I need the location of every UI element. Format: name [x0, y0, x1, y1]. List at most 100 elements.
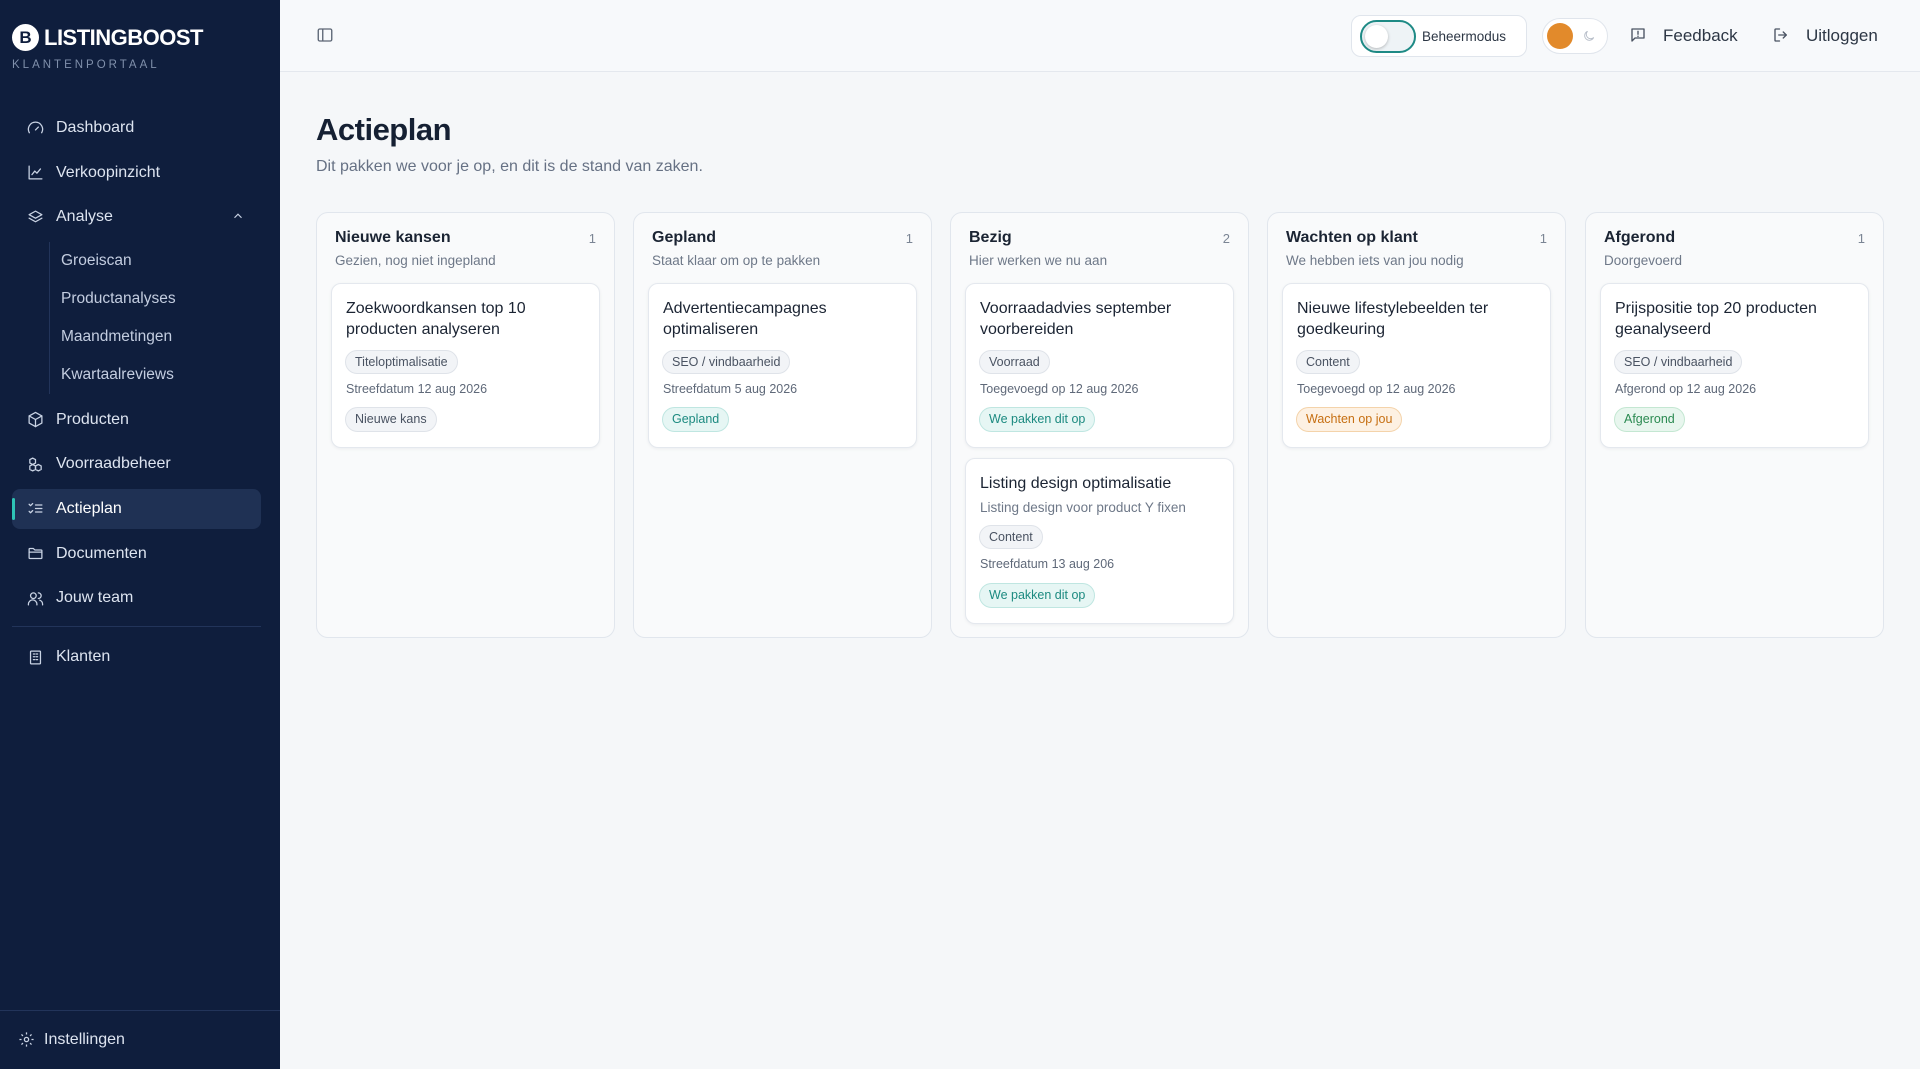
gear-icon: [18, 1031, 36, 1049]
brand-subtitle: KLANTENPORTAAL: [12, 59, 160, 71]
task-card[interactable]: Nieuwe lifestylebeelden ter goedkeuring …: [1282, 283, 1551, 448]
category-tag: Voorraad: [979, 350, 1050, 374]
category-tag: Content: [1296, 350, 1360, 374]
list-checks-icon: [26, 500, 44, 518]
building-icon: [26, 648, 44, 666]
column-count: 2: [1222, 231, 1230, 246]
column-subtitle: Gezien, nog niet ingepland: [335, 253, 496, 268]
sidebar-toggle-icon[interactable]: [316, 26, 336, 46]
settings-label: Instellingen: [44, 1031, 125, 1048]
nav-divider: [12, 626, 261, 628]
status-badge: Wachten op jou: [1296, 407, 1403, 432]
column-wachten-op-klant: Wachten op klant 1 We hebben iets van jo…: [1267, 212, 1566, 638]
column-title: Bezig: [969, 229, 1012, 246]
column-title: Wachten op klant: [1286, 229, 1418, 246]
card-title: Advertentiecampagnes optimaliseren: [663, 300, 827, 338]
sidebar-item-jouw-team[interactable]: Jouw team: [12, 578, 261, 618]
status-badge: Nieuwe kans: [345, 407, 437, 432]
column-count: 1: [588, 231, 596, 246]
sidebar-item-label: Producten: [56, 410, 129, 428]
line-chart-icon: [26, 164, 44, 182]
sidebar-item-producten[interactable]: Producten: [12, 400, 261, 440]
column-title: Gepland: [652, 229, 717, 246]
sidebar-subitem-kwartaalreviews[interactable]: Kwartaalreviews: [50, 356, 261, 394]
card-date: Streefdatum 12 aug 2026: [346, 382, 488, 396]
column-count: 1: [1539, 231, 1547, 246]
card-date: Toegevoegd op 12 aug 2026: [1297, 382, 1456, 396]
theme-toggle[interactable]: [1542, 18, 1608, 54]
task-card[interactable]: Zoekwoordkansen top 10 producten analyse…: [331, 283, 600, 448]
sidebar-item-documenten[interactable]: Documenten: [12, 534, 261, 574]
sidebar: B LISTINGBOOST KLANTENPORTAAL Dashboard …: [0, 0, 280, 1069]
brand-name: LISTINGBOOST: [44, 24, 204, 50]
category-tag: SEO / vindbaarheid: [1614, 350, 1743, 374]
settings-button[interactable]: Instellingen: [0, 1010, 280, 1069]
column-gepland: Gepland 1 Staat klaar om op te pakken Ad…: [633, 212, 932, 638]
card-title: Prijspositie top 20 producten geanalysee…: [1615, 300, 1817, 338]
sidebar-item-label: Klanten: [56, 648, 111, 666]
category-tag: Titeloptimalisatie: [345, 350, 458, 374]
admin-mode-switch[interactable]: [1360, 19, 1416, 53]
sidebar-item-label: Dashboard: [56, 119, 135, 136]
sidebar-item-label: Jouw team: [56, 589, 134, 607]
column-subtitle: Staat klaar om op te pakken: [652, 253, 821, 268]
sidebar-item-label: Voorraadbeheer: [56, 455, 171, 473]
boxes-icon: [26, 455, 44, 473]
logout-icon: [1772, 26, 1792, 46]
page-title: Actieplan: [316, 112, 452, 147]
package-icon: [26, 411, 44, 429]
kanban-board: Nieuwe kansen 1 Gezien, nog niet ingepla…: [316, 212, 1884, 638]
switch-knob: [1365, 24, 1388, 48]
task-card[interactable]: Advertentiecampagnes optimaliseren SEO /…: [648, 283, 917, 448]
sidebar-item-label: Verkoopinzicht: [56, 163, 161, 181]
admin-mode-toggle[interactable]: Beheermodus: [1351, 15, 1527, 57]
page-subtitle: Dit pakken we voor je op, en dit is de s…: [316, 158, 703, 175]
column-count: 1: [1857, 231, 1865, 246]
topbar: Beheermodus Feedback Uitloggen: [280, 0, 1920, 72]
admin-mode-label: Beheermodus: [1422, 28, 1507, 44]
sidebar-item-dashboard[interactable]: Dashboard: [12, 108, 261, 148]
status-badge: We pakken dit op: [979, 407, 1096, 432]
sidebar-item-klanten[interactable]: Klanten: [12, 637, 261, 677]
task-card[interactable]: Prijspositie top 20 producten geanalysee…: [1600, 283, 1869, 448]
sidebar-item-actieplan[interactable]: Actieplan: [12, 488, 261, 529]
column-bezig: Bezig 2 Hier werken we nu aan Voorraadad…: [950, 212, 1249, 638]
category-tag: SEO / vindbaarheid: [662, 350, 791, 374]
card-title: Zoekwoordkansen top 10 producten analyse…: [346, 300, 526, 338]
message-square-icon: [1629, 26, 1649, 46]
card-date: Streefdatum 5 aug 2026: [663, 382, 798, 396]
sun-icon: [1547, 23, 1573, 49]
layers-icon: [26, 208, 44, 226]
logout-button[interactable]: Uitloggen: [1772, 22, 1878, 50]
users-icon: [26, 589, 44, 607]
sidebar-subitem-groeiscan[interactable]: Groeiscan: [50, 242, 261, 280]
chevron-up-icon[interactable]: [231, 209, 245, 223]
sidebar-subitem-maandmetingen[interactable]: Maandmetingen: [50, 318, 261, 356]
column-title: Afgerond: [1604, 229, 1676, 246]
moon-icon: [1582, 29, 1596, 43]
task-card[interactable]: Voorraadadvies september voorbereiden Vo…: [965, 283, 1234, 448]
column-nieuwe-kansen: Nieuwe kansen 1 Gezien, nog niet ingepla…: [316, 212, 615, 638]
gauge-icon: [26, 119, 44, 137]
main-nav: Dashboard Verkoopinzicht Analyse Groeisc…: [12, 108, 261, 682]
card-date: Afgerond op 12 aug 2026: [1615, 382, 1757, 396]
sidebar-item-label: Analyse: [56, 208, 113, 226]
brand-logo[interactable]: B LISTINGBOOST: [12, 24, 204, 51]
column-subtitle: Hier werken we nu aan: [969, 253, 1108, 268]
sidebar-item-analyse[interactable]: Analyse: [12, 197, 261, 237]
sidebar-item-voorraadbeheer[interactable]: Voorraadbeheer: [12, 444, 261, 484]
card-title: Voorraadadvies september voorbereiden: [980, 300, 1172, 338]
feedback-label: Feedback: [1663, 26, 1738, 45]
sidebar-subitem-productanalyses[interactable]: Productanalyses: [50, 280, 261, 318]
column-afgerond: Afgerond 1 Doorgevoerd Prijspositie top …: [1585, 212, 1884, 638]
feedback-button[interactable]: Feedback: [1629, 22, 1738, 50]
card-title: Nieuwe lifestylebeelden ter goedkeuring: [1297, 300, 1489, 338]
folder-icon: [26, 545, 44, 563]
sidebar-item-verkoopinzicht[interactable]: Verkoopinzicht: [12, 153, 261, 193]
column-subtitle: Doorgevoerd: [1604, 253, 1683, 268]
logout-label: Uitloggen: [1806, 26, 1878, 45]
category-tag: Content: [979, 525, 1043, 549]
sidebar-item-label: Documenten: [56, 544, 147, 562]
card-date: Toegevoegd op 12 aug 2026: [980, 382, 1139, 396]
task-card[interactable]: Listing design optimalisatie Listing des…: [965, 458, 1234, 624]
